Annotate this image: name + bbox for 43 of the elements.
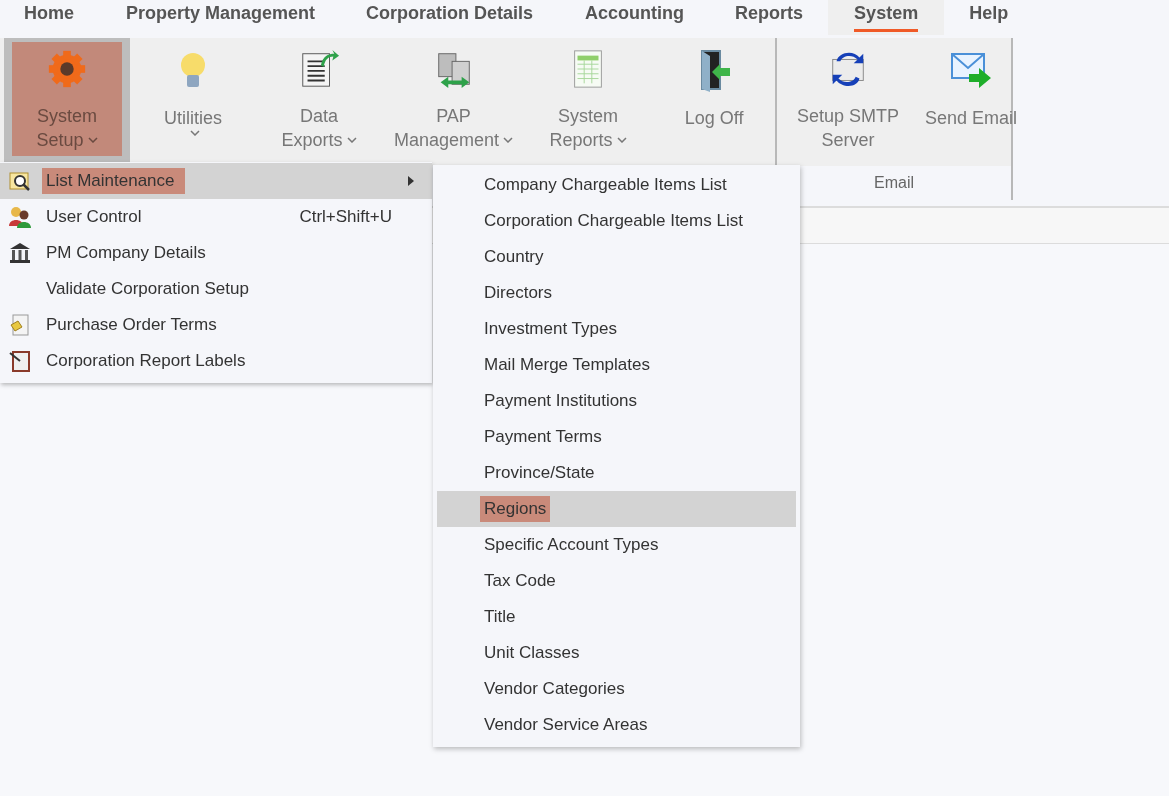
ribbon-button[interactable]: Data Exports [264,42,374,156]
menu-item[interactable]: Directors [437,275,796,311]
ribbon-button[interactable]: Send Email [921,42,1022,156]
menu-item[interactable]: Payment Terms [437,419,796,455]
ribbon-tab[interactable]: Reports [709,0,829,35]
ribbon-button[interactable]: System Reports [533,42,644,156]
ribbon-button[interactable]: Utilities [138,42,248,156]
ribbon-tab[interactable]: Home [0,0,99,35]
ribbon-tab[interactable]: Corporation Details [340,0,559,35]
menu-item[interactable]: Tax Code [437,563,796,599]
menu-item[interactable]: Validate Corporation Setup [0,271,432,307]
document-icon [8,313,32,337]
ribbon-tab[interactable]: Help [944,0,1034,35]
clipboard-icon [8,349,32,373]
menu-item[interactable]: User Control Ctrl+Shift+U [0,199,432,235]
menu-item[interactable]: Country [437,239,796,275]
menu-item[interactable]: Mail Merge Templates [437,347,796,383]
ribbon-tab[interactable]: Property Management [99,0,341,35]
menu-item[interactable]: Unit Classes [437,635,796,671]
magnifier-icon [8,169,32,193]
menu-item[interactable]: Corporation Report Labels [0,343,432,379]
ribbon-button[interactable]: Setup SMTP Server [795,42,902,156]
menu-item[interactable]: Province/State [437,455,796,491]
menu-item[interactable]: Corporation Chargeable Items List [437,203,796,239]
ribbon-tab[interactable]: Accounting [558,0,710,35]
ribbon-button[interactable]: Log Off [659,42,770,156]
bank-icon [8,241,32,265]
menu-item[interactable]: Specific Account Types [437,527,796,563]
menu-item[interactable]: Purchase Order Terms [0,307,432,343]
menu-item[interactable]: Payment Institutions [437,383,796,419]
menu-item[interactable]: Regions [437,491,796,527]
group-label: Email [874,174,914,192]
ribbon-tab[interactable]: System [828,0,945,35]
menu-item[interactable]: PM Company Details [0,235,432,271]
menu-item[interactable]: Title [437,599,796,635]
menu-item[interactable]: Company Chargeable Items List [437,167,796,203]
ribbon-button[interactable]: PAP Management [390,42,518,156]
menu-item[interactable]: Investment Types [437,311,796,347]
users-icon [8,205,32,229]
shortcut-text: Ctrl+Shift+U [299,207,392,227]
menu-item[interactable]: Vendor Categories [437,671,796,707]
menu-item[interactable]: List Maintenance [0,163,432,199]
menu-item[interactable]: Vendor Service Areas [437,707,796,743]
